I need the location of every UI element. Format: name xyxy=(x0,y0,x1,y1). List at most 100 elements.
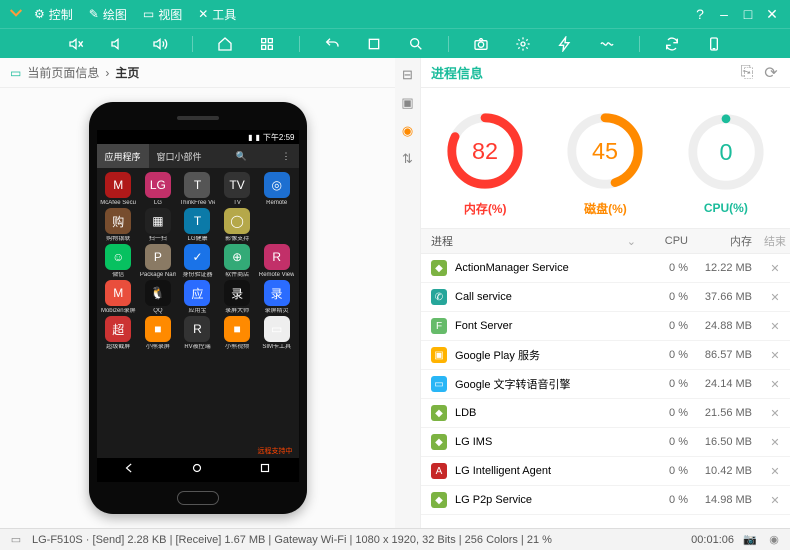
wave-icon[interactable] xyxy=(597,34,617,54)
process-cpu: 0 % xyxy=(644,436,694,448)
table-row[interactable]: ▭Google 文字转语音引擎0 %24.14 MB✕ xyxy=(421,370,790,399)
table-row[interactable]: ✆Call service0 %37.66 MB✕ xyxy=(421,283,790,312)
app-item[interactable] xyxy=(257,208,297,242)
device-screen[interactable]: ▮ ▮ 下午2:59 应用程序 窗口小部件 🔍 ⋮ MMcAfee Securi… xyxy=(97,130,299,482)
col-memory[interactable]: 内存 xyxy=(694,233,760,249)
hardware-home-button[interactable] xyxy=(177,491,219,505)
minimize-button[interactable]: – xyxy=(712,2,736,26)
menu-tools[interactable]: ✕工具 xyxy=(190,6,244,23)
grid-icon[interactable] xyxy=(257,34,277,54)
kill-process-button[interactable]: ✕ xyxy=(760,436,790,449)
app-item[interactable]: TVTV xyxy=(217,172,257,206)
app-item[interactable]: RRemote View xyxy=(257,244,297,278)
crumb-home[interactable]: 主页 xyxy=(115,64,139,81)
app-item[interactable]: ■小熊视频 xyxy=(217,316,257,350)
mute-icon[interactable] xyxy=(66,34,86,54)
kill-process-button[interactable]: ✕ xyxy=(760,407,790,420)
app-item[interactable]: MMobizen录屏 xyxy=(99,280,139,314)
menu-control[interactable]: ⚙控制 xyxy=(26,6,81,23)
menu-draw[interactable]: ✎绘图 xyxy=(81,6,135,23)
app-item[interactable]: 录录屏大师 xyxy=(217,280,257,314)
table-row[interactable]: ◆ActionManager Service0 %12.22 MB✕ xyxy=(421,254,790,283)
launcher-search-icon[interactable]: 🔍 xyxy=(228,151,255,162)
refresh-icon[interactable]: ⟳ xyxy=(762,64,780,82)
bolt-icon[interactable] xyxy=(555,34,575,54)
menu-label: 控制 xyxy=(49,6,73,23)
phone-rect-icon[interactable] xyxy=(704,34,724,54)
app-item[interactable]: ◎Remote xyxy=(257,172,297,206)
maximize-button[interactable]: □ xyxy=(736,2,760,26)
vol-up-icon[interactable] xyxy=(150,34,170,54)
gear-icon[interactable] xyxy=(513,34,533,54)
app-icon: T xyxy=(184,172,210,198)
table-row[interactable]: ALG Intelligent Agent0 %10.42 MB✕ xyxy=(421,457,790,486)
app-icon: M xyxy=(105,172,131,198)
kill-process-button[interactable]: ✕ xyxy=(760,262,790,275)
nav-recent-icon[interactable] xyxy=(258,461,272,480)
app-item[interactable]: PPackage Names xyxy=(138,244,178,278)
app-item[interactable]: LGLG xyxy=(138,172,178,206)
camera-icon[interactable]: 📷 xyxy=(742,532,758,548)
kill-process-button[interactable]: ✕ xyxy=(760,320,790,333)
gauge-内存(%): 82内存(%) xyxy=(444,110,526,217)
app-item[interactable]: ▦扫一扫 xyxy=(138,208,178,242)
table-row[interactable]: ◆LDB0 %21.56 MB✕ xyxy=(421,399,790,428)
menu-view[interactable]: ▭视图 xyxy=(135,6,190,23)
nav-home-icon[interactable] xyxy=(190,461,204,480)
app-label: 超级截屏 xyxy=(106,344,130,350)
app-item[interactable]: 录录屏精灵 xyxy=(257,280,297,314)
kill-process-button[interactable]: ✕ xyxy=(760,349,790,362)
kill-process-button[interactable]: ✕ xyxy=(760,291,790,304)
table-row[interactable]: FFont Server0 %24.88 MB✕ xyxy=(421,312,790,341)
undo-icon[interactable] xyxy=(322,34,342,54)
app-label: 录屏大师 xyxy=(225,308,249,314)
kill-process-button[interactable]: ✕ xyxy=(760,465,790,478)
copy-icon[interactable]: ⎘ xyxy=(738,64,756,82)
app-item[interactable]: ✓身份验证器 xyxy=(178,244,218,278)
app-item[interactable]: ⊕软件商店 xyxy=(217,244,257,278)
process-mem: 12.22 MB xyxy=(694,262,760,274)
launcher-menu-icon[interactable]: ⋮ xyxy=(274,151,299,162)
search-icon[interactable] xyxy=(406,34,426,54)
vol-down-icon[interactable] xyxy=(108,34,128,54)
table-row[interactable]: ◆LG P2p Service0 %14.98 MB✕ xyxy=(421,486,790,515)
tab-widgets[interactable]: 窗口小部件 xyxy=(149,144,210,168)
nav-back-icon[interactable] xyxy=(123,461,137,480)
help-button[interactable]: ? xyxy=(688,2,712,26)
table-row[interactable]: ◆LG IMS0 %16.50 MB✕ xyxy=(421,428,790,457)
app-item[interactable]: 🐧QQ xyxy=(138,280,178,314)
app-item[interactable]: TLG健康 xyxy=(178,208,218,242)
kill-process-button[interactable]: ✕ xyxy=(760,378,790,391)
app-item[interactable]: TThinkFree Viewer xyxy=(178,172,218,206)
toolbar-separator xyxy=(639,36,640,52)
side-tab-transfer-icon[interactable]: ⇅ xyxy=(399,150,417,168)
app-item[interactable]: 购购物银联 xyxy=(99,208,139,242)
app-item[interactable]: 超超级截屏 xyxy=(99,316,139,350)
app-grid: MMcAfee SecurityLGLGTThinkFree ViewerTVT… xyxy=(97,168,299,354)
col-end[interactable]: 结束 xyxy=(760,233,790,249)
camera-icon[interactable] xyxy=(471,34,491,54)
close-button[interactable]: ✕ xyxy=(760,2,784,26)
app-item[interactable]: ◯影像支持 xyxy=(217,208,257,242)
app-item[interactable]: ▭SIM卡工具 xyxy=(257,316,297,350)
refresh-icon[interactable] xyxy=(662,34,682,54)
app-item[interactable]: ■小熊录屏 xyxy=(138,316,178,350)
col-cpu[interactable]: CPU xyxy=(644,235,694,247)
record-icon[interactable]: ◉ xyxy=(766,532,782,548)
signal-icon: ▮ xyxy=(248,133,252,142)
app-item[interactable]: RRV被控端 xyxy=(178,316,218,350)
side-tab-cpu-icon[interactable]: ▣ xyxy=(399,94,417,112)
process-name: LG IMS xyxy=(455,436,492,448)
app-item[interactable]: 应应用宝 xyxy=(178,280,218,314)
square-icon[interactable] xyxy=(364,34,384,54)
table-row[interactable]: ▣Google Play 服务0 %86.57 MB✕ xyxy=(421,341,790,370)
app-item[interactable]: ☺微信 xyxy=(99,244,139,278)
tab-apps[interactable]: 应用程序 xyxy=(97,144,149,168)
kill-process-button[interactable]: ✕ xyxy=(760,494,790,507)
col-process[interactable]: 进程⌄ xyxy=(421,233,644,249)
crumb-page-info[interactable]: 当前页面信息 xyxy=(27,64,99,81)
home-icon[interactable] xyxy=(215,34,235,54)
side-tab-process-icon[interactable]: ◉ xyxy=(399,122,417,140)
side-tab-disk-icon[interactable]: ⊟ xyxy=(399,66,417,84)
app-item[interactable]: MMcAfee Security xyxy=(99,172,139,206)
